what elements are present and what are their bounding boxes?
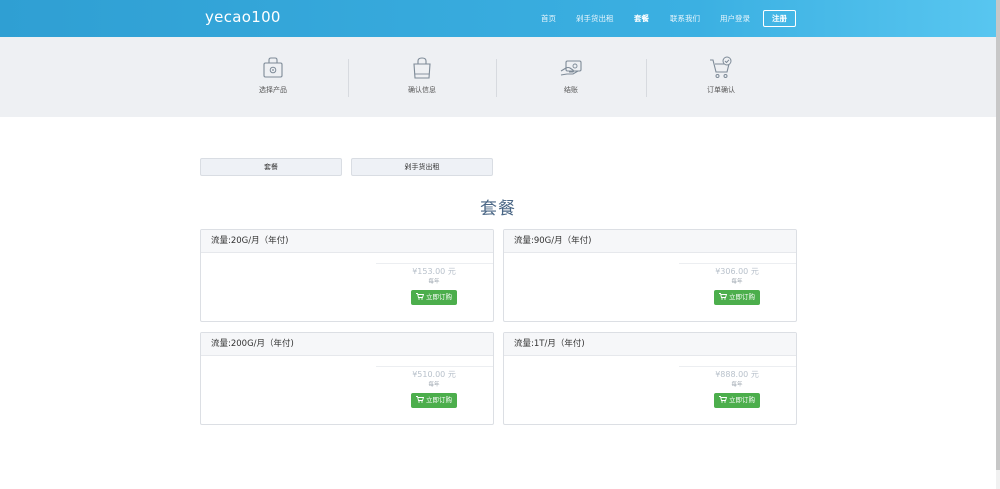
nav-item-plans[interactable]: 套餐 [634, 13, 649, 24]
buy-now-label: 立即订购 [729, 396, 755, 404]
step-divider [646, 59, 647, 97]
nav-item-home[interactable]: 首页 [541, 13, 556, 24]
step-label: 订单确认 [707, 86, 735, 94]
step-confirm-info: 确认信息 [382, 55, 462, 95]
shopping-bag-icon [413, 57, 431, 79]
step-label: 结账 [564, 86, 578, 94]
buy-now-label: 立即订购 [426, 293, 452, 301]
plan-name: 流量:200G/月（年付) [201, 333, 493, 356]
step-choose-product: 选择产品 [233, 55, 313, 95]
plan-period: 每年 [428, 382, 440, 388]
payment-card-icon [560, 60, 582, 76]
plan-price: ¥153.00 元 [412, 267, 456, 276]
plan-period: 每年 [731, 279, 743, 285]
scrollbar-track[interactable] [996, 0, 1000, 489]
plan-card: 流量:200G/月（年付) ¥510.00 元 每年 立即订购 [200, 332, 494, 425]
step-divider [496, 59, 497, 97]
cart-icon [719, 293, 728, 300]
nav-item-contact[interactable]: 联系我们 [670, 13, 700, 24]
step-divider [348, 59, 349, 97]
buy-now-button[interactable]: 立即订购 [411, 290, 457, 305]
nav-item-login[interactable]: 用户登录 [720, 13, 750, 24]
plan-card: 流量:20G/月（年付) ¥153.00 元 每年 立即订购 [200, 229, 494, 322]
nav-item-rental[interactable]: 剁手货出租 [576, 13, 614, 24]
page-title: 套餐 [480, 199, 516, 219]
buy-now-button[interactable]: 立即订购 [714, 290, 760, 305]
cart-icon [416, 396, 425, 403]
divider [679, 366, 796, 367]
cart-icon [416, 293, 425, 300]
plan-price: ¥306.00 元 [715, 267, 759, 276]
plan-name: 流量:90G/月（年付) [504, 230, 796, 253]
cart-icon [719, 396, 728, 403]
step-checkout: 结账 [531, 55, 611, 95]
buy-now-button[interactable]: 立即订购 [714, 393, 760, 408]
brand-logo[interactable]: yecao100 [205, 8, 281, 26]
scrollbar-thumb[interactable] [996, 0, 1000, 470]
divider [376, 366, 493, 367]
product-box-icon [263, 57, 283, 78]
buy-now-label: 立即订购 [426, 396, 452, 404]
plan-name: 流量:1T/月（年付) [504, 333, 796, 356]
order-steps: 选择产品 确认信息 结账 订单确认 [0, 37, 996, 117]
step-order-confirm: 订单确认 [681, 55, 761, 95]
step-label: 选择产品 [259, 86, 287, 94]
divider [679, 263, 796, 264]
buy-now-label: 立即订购 [729, 293, 755, 301]
plan-card: 流量:1T/月（年付) ¥888.00 元 每年 立即订购 [503, 332, 797, 425]
buy-now-button[interactable]: 立即订购 [411, 393, 457, 408]
top-header: yecao100 首页 剁手货出租 套餐 联系我们 用户登录 注册 [0, 0, 996, 37]
plan-price: ¥888.00 元 [715, 370, 759, 379]
step-label: 确认信息 [408, 86, 436, 94]
plan-period: 每年 [428, 279, 440, 285]
plan-period: 每年 [731, 382, 743, 388]
register-button[interactable]: 注册 [763, 10, 796, 27]
plan-price: ¥510.00 元 [412, 370, 456, 379]
divider [376, 263, 493, 264]
plan-card: 流量:90G/月（年付) ¥306.00 元 每年 立即订购 [503, 229, 797, 322]
tab-rental[interactable]: 剁手货出租 [351, 158, 493, 176]
tab-plans[interactable]: 套餐 [200, 158, 342, 176]
cart-check-icon [710, 56, 732, 78]
plan-name: 流量:20G/月（年付) [201, 230, 493, 253]
